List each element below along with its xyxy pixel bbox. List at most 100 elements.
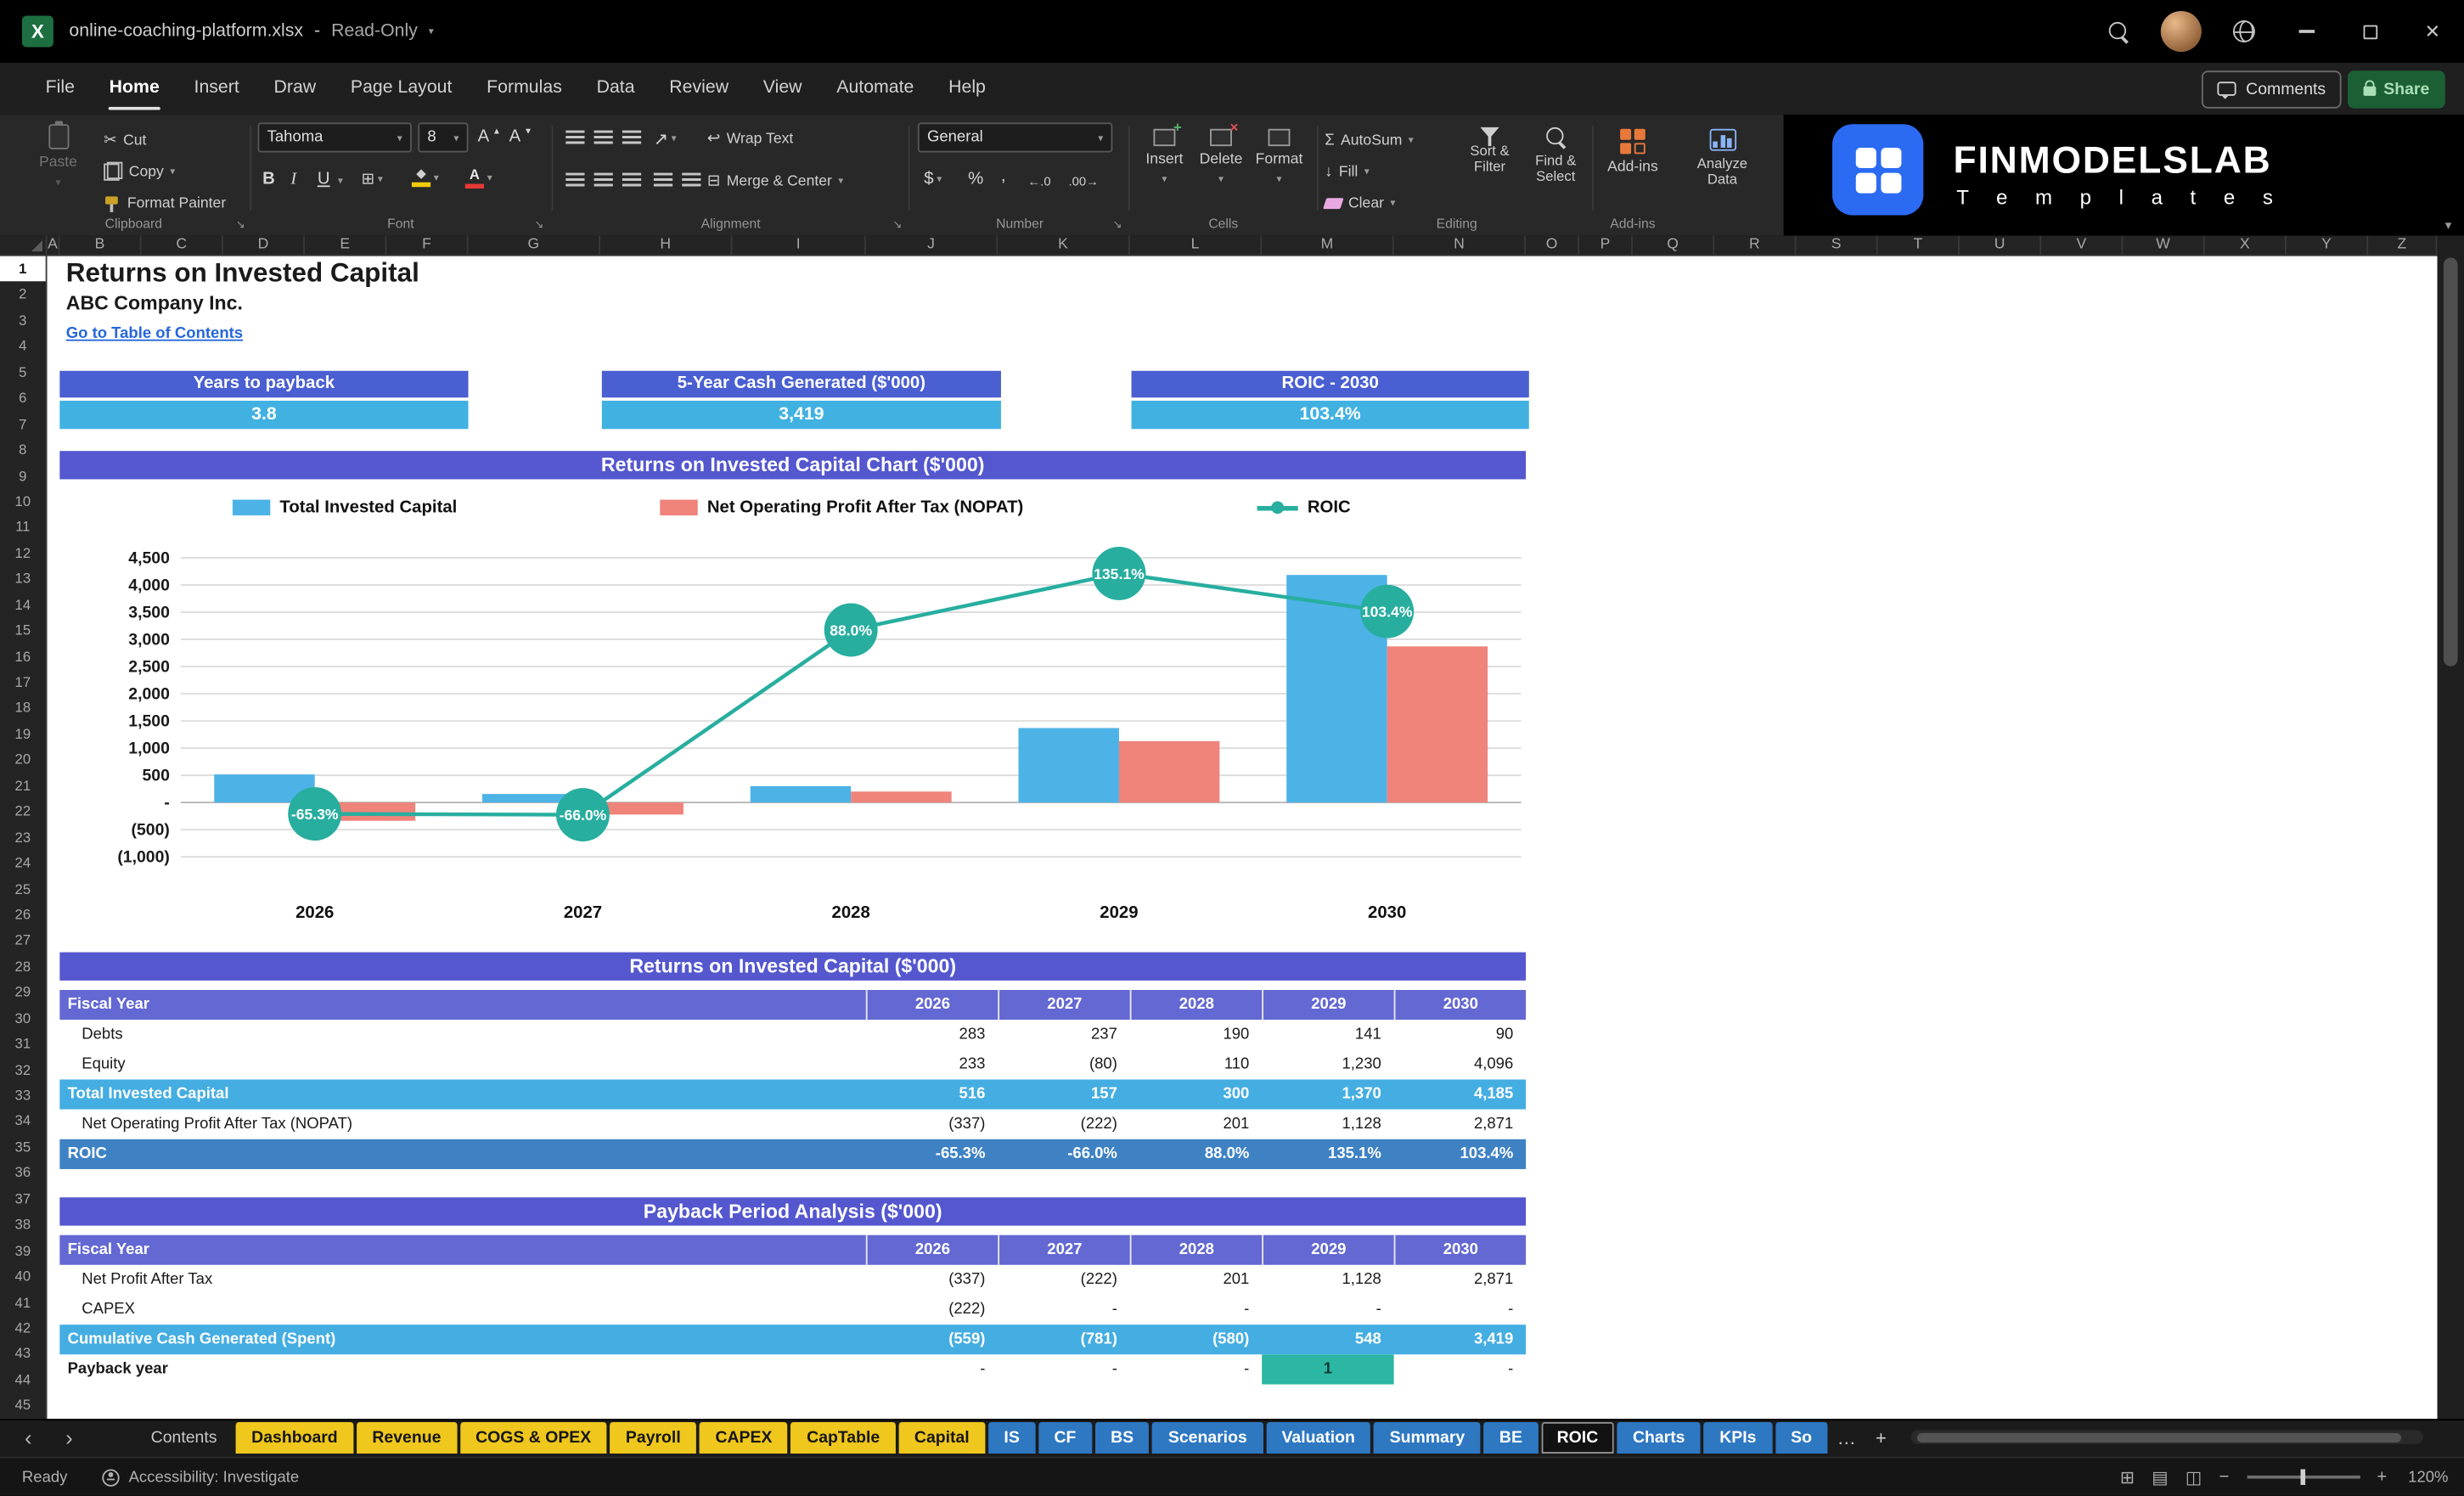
row-header-20[interactable]: 20 <box>0 747 46 773</box>
wrap-text-button[interactable]: ↩ Wrap Text <box>707 126 793 151</box>
column-header-r[interactable]: R <box>1714 235 1797 255</box>
alignment-dialog-launcher[interactable]: ↘ <box>892 218 902 231</box>
merge-center-button[interactable]: ⊟ Merge & Center ▾ <box>707 168 843 194</box>
number-format-select[interactable]: General ▾ <box>917 122 1113 153</box>
row-header-23[interactable]: 23 <box>0 824 46 850</box>
menu-tab-data[interactable]: Data <box>579 63 652 115</box>
zoom-out-icon[interactable]: − <box>2219 1468 2230 1487</box>
maximize-button[interactable] <box>2338 0 2401 63</box>
sheet-tab-contents[interactable]: Contents <box>135 1422 233 1454</box>
row-header-11[interactable]: 11 <box>0 515 46 540</box>
row-header-38[interactable]: 38 <box>0 1212 46 1237</box>
align-left-icon[interactable] <box>565 172 585 188</box>
sort-filter-button[interactable]: Sort & Filter <box>1457 127 1523 176</box>
row-header-22[interactable]: 22 <box>0 799 46 824</box>
sheet-tab-capital[interactable]: Capital <box>898 1421 986 1454</box>
clear-button[interactable]: Clear ▾ <box>1323 190 1395 216</box>
excel-app-icon[interactable]: X <box>21 15 53 48</box>
row-header-35[interactable]: 35 <box>0 1134 46 1160</box>
sheet-nav-left-icon[interactable]: ‹ <box>13 1420 44 1458</box>
borders-button[interactable]: ⊞ ▾ <box>362 166 383 192</box>
sheet-tabs-overflow-button[interactable]: … <box>1831 1422 1862 1454</box>
column-header-b[interactable]: B <box>59 235 142 255</box>
column-header-w[interactable]: W <box>2123 235 2205 255</box>
vertical-scrollbar[interactable] <box>2437 235 2464 1420</box>
row-header-15[interactable]: 15 <box>0 618 46 644</box>
decrease-font-size-button[interactable]: A ▼ <box>509 124 532 149</box>
row-header-27[interactable]: 27 <box>0 928 46 953</box>
comma-style-button[interactable]: , <box>1001 163 1006 188</box>
row-header-31[interactable]: 31 <box>0 1031 46 1056</box>
column-header-z[interactable]: Z <box>2368 235 2438 255</box>
column-header-p[interactable]: P <box>1579 235 1633 255</box>
percent-style-button[interactable]: % <box>968 166 983 192</box>
row-header-17[interactable]: 17 <box>0 669 46 695</box>
font-size-select[interactable]: 8 ▾ <box>418 122 469 153</box>
web-button[interactable] <box>2213 0 2276 63</box>
cut-button[interactable]: ✂ Cut <box>104 127 146 153</box>
menu-tab-automate[interactable]: Automate <box>819 63 931 115</box>
align-bottom-icon[interactable] <box>622 130 642 145</box>
fill-button[interactable]: ↓ Fill ▾ <box>1325 159 1370 184</box>
align-center-icon[interactable] <box>593 172 613 188</box>
column-header-o[interactable]: O <box>1526 235 1580 255</box>
row-header-8[interactable]: 8 <box>0 437 46 463</box>
page-break-view-icon[interactable]: ◫ <box>2186 1467 2202 1488</box>
row-header-30[interactable]: 30 <box>0 1005 46 1031</box>
sheet-tab-bs[interactable]: BS <box>1094 1421 1150 1454</box>
sheet-tab-payroll[interactable]: Payroll <box>610 1421 697 1454</box>
decrease-decimal-button[interactable]: .00→ <box>1069 168 1099 194</box>
sheet-tab-be[interactable]: BE <box>1483 1421 1539 1454</box>
column-header-h[interactable]: H <box>600 235 733 255</box>
vertical-scrollbar-thumb[interactable] <box>2443 257 2458 666</box>
column-header-n[interactable]: N <box>1394 235 1527 255</box>
table-of-contents-link[interactable]: Go to Table of Contents <box>66 325 243 342</box>
share-button[interactable]: Share <box>2347 70 2445 108</box>
increase-font-size-button[interactable]: A ▲ <box>478 124 501 149</box>
row-header-7[interactable]: 7 <box>0 411 46 436</box>
row-header-40[interactable]: 40 <box>0 1263 46 1289</box>
row-header-29[interactable]: 29 <box>0 979 46 1004</box>
horizontal-scrollbar-thumb[interactable] <box>1916 1431 2401 1443</box>
sheet-tab-summary[interactable]: Summary <box>1374 1421 1481 1454</box>
row-header-13[interactable]: 13 <box>0 566 46 592</box>
analyze-data-button[interactable]: Analyze Data <box>1681 128 1763 188</box>
bold-button[interactable]: B <box>262 166 275 192</box>
currency-button[interactable]: $ ▾ <box>924 166 942 192</box>
sheet-tab-valuation[interactable]: Valuation <box>1265 1421 1371 1454</box>
column-header-f[interactable]: F <box>386 235 469 255</box>
row-header-25[interactable]: 25 <box>0 876 46 902</box>
row-header-26[interactable]: 26 <box>0 902 46 927</box>
row-header-37[interactable]: 37 <box>0 1186 46 1212</box>
column-header-x[interactable]: X <box>2205 235 2287 255</box>
format-cells-button[interactable]: Format ▾ <box>1251 128 1308 185</box>
column-header-t[interactable]: T <box>1878 235 1960 255</box>
sheet-tab-charts[interactable]: Charts <box>1617 1421 1702 1454</box>
menu-tab-page-layout[interactable]: Page Layout <box>334 63 470 115</box>
add-sheet-button[interactable]: + <box>1865 1422 1897 1454</box>
row-header-4[interactable]: 4 <box>0 334 46 359</box>
sheet-tab-so[interactable]: So <box>1775 1421 1828 1454</box>
font-color-button[interactable]: A ▾ <box>464 165 492 190</box>
row-header-18[interactable]: 18 <box>0 695 46 721</box>
column-header-e[interactable]: E <box>305 235 387 255</box>
row-header-34[interactable]: 34 <box>0 1109 46 1134</box>
collapse-ribbon-icon[interactable]: ▾ <box>2445 218 2451 233</box>
row-header-39[interactable]: 39 <box>0 1238 46 1263</box>
sheet-tab-scenarios[interactable]: Scenarios <box>1152 1421 1263 1454</box>
row-header-44[interactable]: 44 <box>0 1367 46 1392</box>
menu-tab-insert[interactable]: Insert <box>177 63 256 115</box>
column-header-v[interactable]: V <box>2041 235 2124 255</box>
font-dialog-launcher[interactable]: ↘ <box>534 218 543 231</box>
account-button[interactable] <box>2150 0 2213 63</box>
increase-indent-icon[interactable] <box>682 172 701 188</box>
column-header-g[interactable]: G <box>469 235 600 255</box>
decrease-indent-icon[interactable] <box>653 172 673 188</box>
paste-button[interactable]: Paste ▾ <box>25 121 92 188</box>
column-header-d[interactable]: D <box>223 235 306 255</box>
accessibility-status[interactable]: Accessibility: Investigate <box>129 1469 300 1486</box>
column-header-m[interactable]: M <box>1262 235 1394 255</box>
select-all-corner[interactable] <box>0 235 48 256</box>
sheet-tab-capex[interactable]: CAPEX <box>699 1421 788 1454</box>
row-header-24[interactable]: 24 <box>0 850 46 875</box>
